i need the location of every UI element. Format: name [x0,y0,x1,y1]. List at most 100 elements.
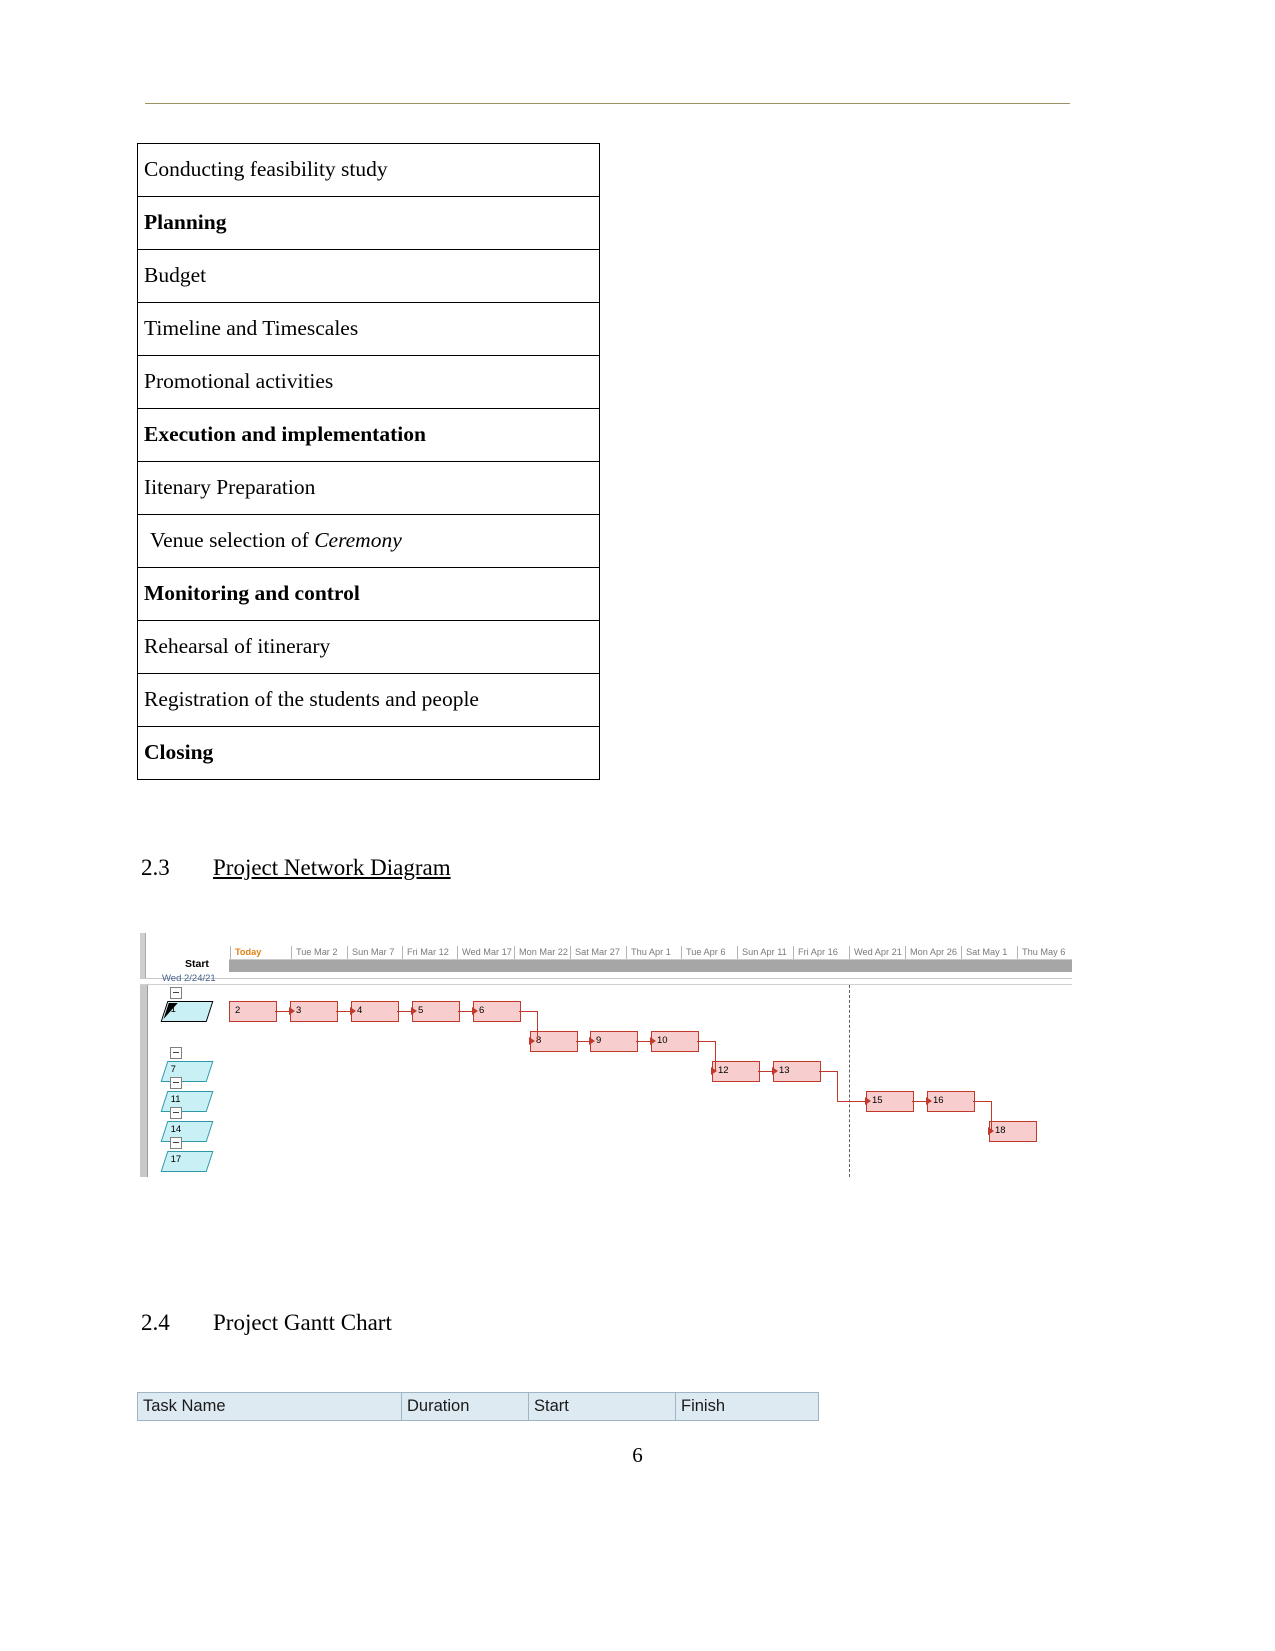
wbs-task-label: Iitenary Preparation [144,475,316,500]
summary-node[interactable]: 1 [160,1001,214,1022]
timeline-tick-label: Sun Apr 11 [737,946,787,960]
timeline-tick-label: Wed Apr 21 [849,946,902,960]
task-node-label: 4 [357,1005,363,1016]
task-node-label: 18 [995,1125,1006,1136]
collapse-toggle-icon[interactable] [170,987,182,999]
section-heading-2-3: 2.3 Project Network Diagram [141,855,451,881]
timeline-tick-labels: Today Tue Mar 2 Sun Mar 7 Fri Mar 12 Wed Mar… [140,946,1072,960]
dependency-link [537,1011,538,1041]
timeline-tick-label: Mon Mar 22 [514,946,568,960]
dependency-arrowhead-icon [472,1007,478,1015]
task-node[interactable]: 9 [590,1031,638,1052]
dependency-arrowhead-icon [589,1037,595,1045]
dependency-arrowhead-icon [650,1037,656,1045]
gantt-column-header[interactable]: Start [528,1392,676,1421]
task-node[interactable]: 15 [866,1091,914,1112]
wbs-task-label: Rehearsal of itinerary [144,634,331,659]
dependency-link [275,1011,290,1012]
timeline-tick-label: Fri Apr 16 [793,946,838,960]
wbs-task-cell: Conducting feasibility study [137,143,600,197]
section-title-2-4: Project Gantt Chart [213,1310,392,1335]
page-number: 6 [632,1443,643,1467]
gantt-header-row: Task Name Duration Start Finish [137,1392,819,1421]
dependency-link [576,1041,590,1042]
dependency-link [758,1071,773,1072]
collapse-toggle-icon[interactable] [170,1077,182,1089]
timeline-tick-label: Sun Mar 7 [347,946,394,960]
wbs-task-table: Conducting feasibility study Planning Budg… [137,143,600,780]
task-node[interactable]: 12 [712,1061,760,1082]
dependency-link [636,1041,651,1042]
wbs-task-label: Registration of the students and people [144,687,479,712]
table-row: Venue selection of Ceremony [137,514,600,568]
task-node-label: 16 [933,1095,944,1106]
timeline-tick-label: Mon Apr 26 [905,946,957,960]
gantt-column-header[interactable]: Duration [401,1392,529,1421]
gantt-chart-table: Task Name Duration Start Finish [137,1392,819,1421]
dependency-link [973,1101,991,1102]
wbs-task-label: Timeline and Timescales [144,316,359,341]
task-node[interactable]: 13 [773,1061,821,1082]
dependency-arrowhead-icon [350,1007,356,1015]
summary-node[interactable]: 11 [160,1091,214,1112]
task-node[interactable]: 5 [412,1001,460,1022]
summary-node[interactable]: 14 [160,1121,214,1142]
task-node-label: 5 [418,1005,424,1016]
summary-node-label: 7 [170,1064,176,1075]
table-row: Registration of the students and people [137,673,600,727]
task-node[interactable]: 6 [473,1001,521,1022]
wbs-task-label: Budget [144,263,207,288]
table-row: Budget [137,249,600,303]
collapse-toggle-icon[interactable] [170,1137,182,1149]
table-row: Promotional activities [137,355,600,409]
timeline-start-label: Start [185,958,209,970]
summary-node[interactable]: 17 [160,1151,214,1172]
summary-node[interactable]: 7 [160,1061,214,1082]
collapse-toggle-icon[interactable] [170,1107,182,1119]
collapse-toggle-icon[interactable] [170,1047,182,1059]
dependency-arrowhead-icon [529,1037,535,1045]
section-heading-2-4: 2.4 Project Gantt Chart [141,1310,392,1336]
wbs-task-cell: Rehearsal of itinerary [137,620,600,674]
task-node[interactable]: 16 [927,1091,975,1112]
dependency-arrowhead-icon [926,1097,932,1105]
wbs-task-cell: Timeline and Timescales [137,302,600,356]
task-node[interactable]: 4 [351,1001,399,1022]
wbs-task-label: Execution and implementation [144,422,426,447]
timeline-tick-label: Tue Apr 6 [681,946,726,960]
table-row: Planning [137,196,600,250]
dependency-link [697,1041,715,1042]
wbs-task-label-italic: Ceremony [314,528,402,553]
gantt-column-header[interactable]: Task Name [137,1392,402,1421]
wbs-task-cell: Monitoring and control [137,567,600,621]
task-node-label: 12 [718,1065,729,1076]
dependency-arrowhead-icon [289,1007,295,1015]
task-node[interactable]: 2 [229,1001,277,1022]
timeline-start-date: Wed 2/24/21 [162,973,216,984]
dependency-arrowhead-icon [988,1127,994,1135]
table-row: Conducting feasibility study [137,143,600,197]
task-node[interactable]: 3 [290,1001,338,1022]
dependency-link [912,1101,927,1102]
timeline-tick-label: Wed Mar 17 [457,946,512,960]
task-node[interactable]: 10 [651,1031,699,1052]
dependency-link [458,1011,473,1012]
timeline-tick-label: Thu Apr 1 [626,946,671,960]
task-node-label: 6 [479,1005,485,1016]
wbs-task-cell: Planning [137,196,600,250]
wbs-task-cell: Registration of the students and people [137,673,600,727]
timeline-tick-label: Tue Mar 2 [291,946,338,960]
dependency-link [819,1071,837,1072]
wbs-task-cell: Promotional activities [137,355,600,409]
task-node-label: 13 [779,1065,790,1076]
task-node[interactable]: 18 [989,1121,1037,1142]
wbs-task-cell: Execution and implementation [137,408,600,462]
wbs-task-label: Conducting feasibility study [144,157,388,182]
wbs-task-cell: Closing [137,726,600,780]
dependency-link [837,1071,838,1101]
wbs-task-label: Monitoring and control [144,581,360,606]
task-node-label: 9 [596,1035,602,1046]
timeline-tick-label: Fri Mar 12 [402,946,449,960]
dependency-link [336,1011,351,1012]
gantt-column-header[interactable]: Finish [675,1392,819,1421]
